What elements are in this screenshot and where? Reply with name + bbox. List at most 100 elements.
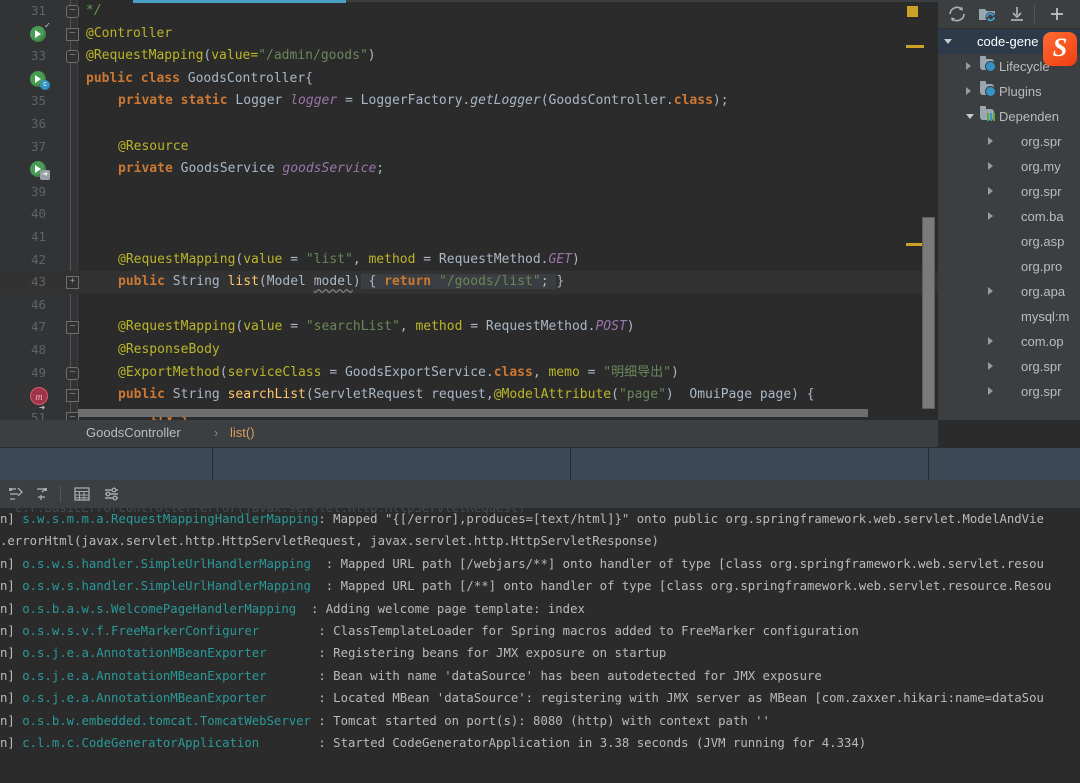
log-logger: c.l.m.c.CodeGeneratorApplication — [22, 735, 260, 750]
chevron-down-icon[interactable] — [944, 39, 952, 44]
breadcrumb[interactable]: GoodsController › list() — [0, 420, 938, 447]
chevron-right-icon[interactable] — [988, 212, 993, 220]
add-maven-project-icon[interactable] — [1046, 5, 1068, 23]
tool-window-tab-strip[interactable] — [0, 447, 1080, 481]
ide-window: 31–*/32✓–@Controller33–@RequestMapping(v… — [0, 0, 1080, 783]
settings-icon[interactable] — [102, 486, 122, 502]
log-logger: o.s.j.e.a.AnnotationMBeanExporter — [22, 646, 267, 661]
code-line[interactable]: 33 – @RequestMapping(value="/admin/goods") — [0, 45, 938, 68]
code-text: @Controller — [86, 25, 173, 41]
breadcrumb-class[interactable]: GoodsController — [86, 425, 181, 440]
code-text: public String list(Model model) { return… — [118, 274, 565, 290]
code-line[interactable]: 48 @ResponseBody — [0, 339, 938, 362]
breakpoint-icon[interactable]: ➜ — [30, 387, 48, 414]
breadcrumb-method[interactable]: list() — [230, 425, 255, 440]
code-line[interactable]: 47 – @RequestMapping(value = "searchList",… — [0, 316, 938, 339]
soft-wrap-icon[interactable] — [6, 486, 26, 502]
scroll-to-end-icon[interactable] — [32, 486, 52, 502]
dependency-icon — [1002, 284, 1017, 298]
fold-round-icon[interactable]: – — [66, 366, 79, 380]
code-lines[interactable]: 31–*/32✓–@Controller33–@RequestMapping(v… — [0, 0, 938, 420]
tool-tab-4[interactable] — [928, 448, 1080, 481]
implementation-gutter-icon[interactable]: ➜ — [30, 161, 50, 181]
run-class-gutter-icon[interactable]: c — [30, 70, 50, 90]
chevron-right-icon[interactable] — [966, 87, 971, 95]
chevron-right-icon[interactable] — [988, 387, 993, 395]
maven-tree-item[interactable]: org.spr — [938, 379, 1080, 404]
code-line[interactable]: 31 – */ — [0, 0, 938, 23]
code-editor[interactable]: 31–*/32✓–@Controller33–@RequestMapping(v… — [0, 0, 938, 420]
fold-round-icon[interactable]: – — [66, 50, 79, 64]
fold-down-icon[interactable]: – — [66, 389, 79, 403]
dependency-icon — [1002, 334, 1017, 348]
tool-tab-2[interactable] — [212, 448, 571, 481]
code-line[interactable]: 46 — [0, 294, 938, 317]
error-stripe-marker[interactable] — [907, 6, 918, 17]
code-text: @RequestMapping(value = "searchList", me… — [118, 319, 635, 335]
toggle-offline-icon[interactable] — [976, 5, 998, 23]
run-console[interactable]: e.r.BasicErrorController.error(javax.ser… — [0, 480, 1080, 783]
code-line[interactable]: 32✓–@Controller — [0, 21, 938, 46]
ime-status-badge[interactable]: S — [1043, 32, 1077, 66]
line-number: 35 — [30, 93, 46, 109]
run-gutter-icon[interactable]: ✓ — [30, 21, 50, 42]
console-log-output[interactable]: e.r.BasicErrorController.error(javax.ser… — [0, 508, 1080, 783]
code-text: */ — [86, 3, 102, 18]
reimport-icon[interactable] — [946, 5, 968, 23]
tool-tab-3[interactable] — [570, 448, 929, 481]
fold-round-icon[interactable]: – — [66, 5, 79, 18]
code-line[interactable]: 39 — [0, 181, 938, 204]
maven-tree-item[interactable]: Dependen — [938, 104, 1080, 129]
maven-tree-item-label: mysql:m — [1021, 309, 1070, 324]
code-line[interactable]: 40 — [0, 203, 938, 226]
warning-stripe-marker[interactable] — [906, 45, 924, 48]
log-message: : Mapped "{[/error],produces=[text/html]… — [318, 512, 1044, 526]
maven-tree-item[interactable]: Plugins — [938, 79, 1080, 104]
chevron-right-icon[interactable] — [988, 137, 993, 145]
console-log-line: n] o.s.j.e.a.AnnotationMBeanExporter : B… — [0, 665, 1080, 687]
code-line[interactable]: 35 private static Logger logger = LoggerF… — [0, 90, 938, 113]
console-log-line: n] c.l.m.c.CodeGeneratorApplication : St… — [0, 732, 1080, 754]
chevron-right-icon[interactable] — [988, 187, 993, 195]
chevron-right-icon[interactable] — [988, 287, 993, 295]
maven-tree-item[interactable]: org.spr — [938, 179, 1080, 204]
editor-horizontal-scrollbar[interactable] — [78, 408, 868, 417]
code-line[interactable]: 37 @Resource — [0, 136, 938, 159]
maven-tree-item[interactable]: org.spr — [938, 354, 1080, 379]
fold-down-icon[interactable]: – — [66, 27, 79, 41]
maven-tree-item[interactable]: org.asp — [938, 229, 1080, 254]
log-logger: o.s.b.w.embedded.tomcat.TomcatWebServer — [22, 713, 311, 728]
chevron-right-icon[interactable] — [966, 62, 971, 70]
download-sources-icon[interactable] — [1006, 5, 1028, 23]
code-line[interactable]: 36 — [0, 113, 938, 136]
maven-tree-item[interactable]: org.my — [938, 154, 1080, 179]
code-line[interactable]: 49 – @ExportMethod(serviceClass = GoodsExp… — [0, 362, 938, 385]
chevron-right-icon[interactable] — [988, 362, 993, 370]
maven-tree-item[interactable]: org.apa — [938, 279, 1080, 304]
print-icon[interactable] — [72, 486, 92, 502]
code-line[interactable]: 41 — [0, 226, 938, 249]
code-line[interactable]: 38➜private GoodsService goodsService; — [0, 158, 938, 181]
maven-tree-item[interactable]: org.spr — [938, 129, 1080, 154]
fold-down-icon[interactable]: – — [66, 321, 79, 335]
chevron-down-icon[interactable] — [966, 114, 974, 119]
maven-tree-item[interactable]: mysql:m — [938, 304, 1080, 329]
maven-tree-item[interactable]: com.op — [938, 329, 1080, 354]
console-toolbar[interactable] — [0, 480, 1080, 508]
code-line[interactable]: 42 @RequestMapping(value = "list", method… — [0, 249, 938, 272]
maven-toolbar[interactable] — [938, 0, 1080, 29]
editor-vertical-scrollbar[interactable] — [922, 217, 935, 409]
chevron-right-icon[interactable] — [988, 162, 993, 170]
tool-tab-1[interactable] — [0, 448, 213, 481]
log-thread: n] — [0, 601, 23, 616]
code-line[interactable]: 43 + public String list(Model model) { ret… — [0, 271, 938, 294]
code-line[interactable]: 51–try { — [0, 407, 938, 420]
dependency-icon — [1002, 209, 1017, 223]
maven-tree-item[interactable]: com.ba — [938, 204, 1080, 229]
maven-tree-item[interactable]: org.pro — [938, 254, 1080, 279]
code-line[interactable]: 50➜–public String searchList(ServletRequ… — [0, 384, 938, 414]
maven-tree[interactable]: code-gene Lifecycle Plugins Dependen org.spr… — [938, 29, 1080, 420]
code-line[interactable]: 34cpublic class GoodsController{ — [0, 68, 938, 91]
fold-plus-icon[interactable]: + — [66, 276, 79, 290]
chevron-right-icon[interactable] — [988, 337, 993, 345]
